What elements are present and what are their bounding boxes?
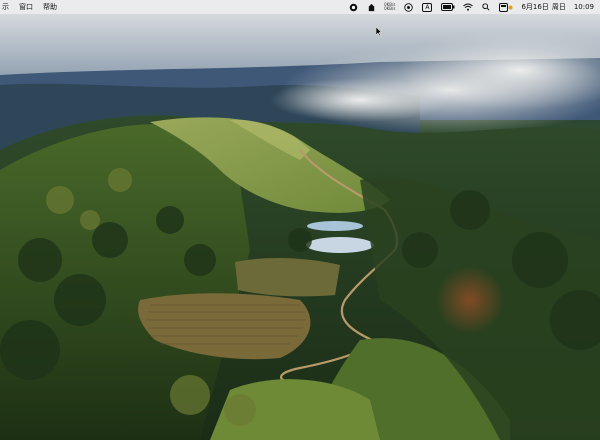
- clock-time[interactable]: 10:09: [574, 0, 594, 14]
- status-menus: 0KB/s 0KB/s A 6月16日 周日 10:09: [348, 0, 600, 14]
- menu-bar: 示 窗口 帮助 0KB/s 0KB/s A 6月16日 周日 10:09: [0, 0, 600, 14]
- control-center-icon[interactable]: [499, 2, 513, 12]
- app-icon[interactable]: [366, 2, 376, 12]
- network-down-speed: 0KB/s: [384, 6, 396, 11]
- search-icon[interactable]: [481, 2, 491, 12]
- input-method-label: A: [422, 2, 433, 12]
- menu-item-help[interactable]: 帮助: [43, 0, 57, 14]
- menu-item-window[interactable]: 窗口: [19, 0, 33, 14]
- app-menu: 示 窗口 帮助: [0, 0, 57, 14]
- menu-item-view[interactable]: 示: [2, 0, 9, 14]
- clock-date[interactable]: 6月16日: [521, 0, 548, 14]
- play-icon[interactable]: [403, 2, 413, 12]
- clock-weekday[interactable]: 周日: [552, 0, 566, 14]
- mouse-cursor: [375, 21, 383, 40]
- wifi-icon[interactable]: [463, 2, 474, 12]
- wallpaper-landscape: [0, 0, 600, 440]
- network-speed[interactable]: 0KB/s 0KB/s: [384, 3, 395, 11]
- input-method-icon[interactable]: A: [421, 2, 433, 12]
- record-icon[interactable]: [348, 2, 358, 12]
- desktop-wallpaper: [0, 0, 600, 440]
- battery-icon[interactable]: [441, 2, 455, 12]
